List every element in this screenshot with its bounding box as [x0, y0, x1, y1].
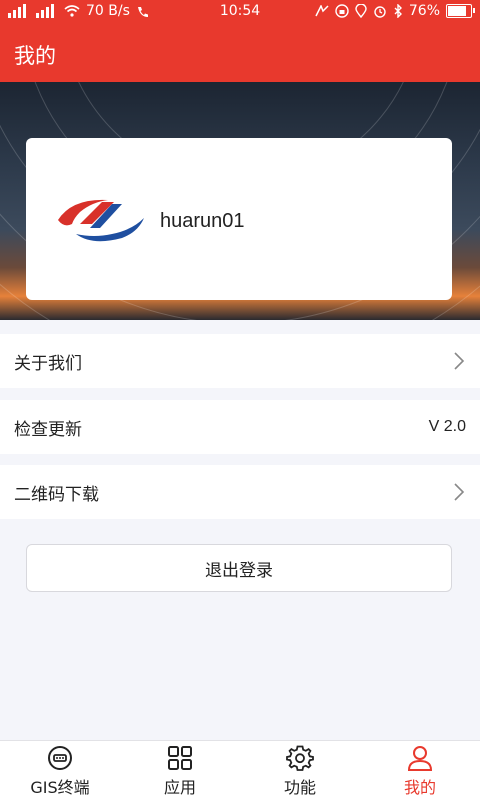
- location-icon: [355, 4, 367, 18]
- battery-percent: 76%: [408, 3, 440, 19]
- nav-label: GIS终端: [30, 778, 90, 797]
- gis-terminal-icon: [48, 746, 72, 770]
- lock-rotate-icon: [335, 4, 349, 18]
- nav-item-apps[interactable]: 应用: [120, 741, 240, 801]
- nav-item-gis-terminal[interactable]: GIS终端: [0, 741, 120, 801]
- logout-button[interactable]: 退出登录: [26, 544, 452, 592]
- company-logo: [58, 199, 144, 242]
- alarm-icon: [374, 6, 386, 18]
- nav-label: 我的: [403, 778, 436, 797]
- app-header: 我的: [0, 24, 480, 82]
- nav-item-functions[interactable]: 功能: [240, 741, 360, 801]
- nfc-icon: [315, 5, 329, 17]
- bluetooth-icon: [394, 4, 402, 18]
- qr-download-row[interactable]: 二维码下载: [0, 465, 480, 519]
- about-us-row[interactable]: 关于我们: [0, 334, 480, 388]
- profile-card[interactable]: huarun01: [26, 138, 452, 300]
- profile-banner: huarun01: [0, 82, 480, 320]
- status-bar: 70 B/s 10:54 76%: [0, 0, 480, 24]
- page-title: 我的: [14, 44, 56, 68]
- username: huarun01: [160, 210, 245, 232]
- status-right: 76%: [315, 3, 475, 19]
- check-update-label: 检查更新: [14, 419, 82, 440]
- chevron-right-icon: [454, 352, 465, 370]
- user-icon: [407, 746, 433, 771]
- nav-label: 功能: [283, 778, 316, 797]
- gear-icon: [286, 745, 314, 771]
- check-update-row[interactable]: 检查更新 V 2.0: [0, 400, 480, 454]
- apps-grid-icon: [168, 746, 192, 770]
- nav-label: 应用: [163, 778, 196, 797]
- nav-item-mine[interactable]: 我的: [360, 741, 480, 801]
- version-value: V 2.0: [428, 418, 466, 435]
- about-us-label: 关于我们: [14, 353, 82, 374]
- chevron-right-icon: [454, 483, 465, 501]
- qr-download-label: 二维码下载: [14, 484, 99, 505]
- battery-icon: [446, 4, 475, 18]
- bottom-nav: GIS终端 应用 功能 我的: [0, 740, 480, 801]
